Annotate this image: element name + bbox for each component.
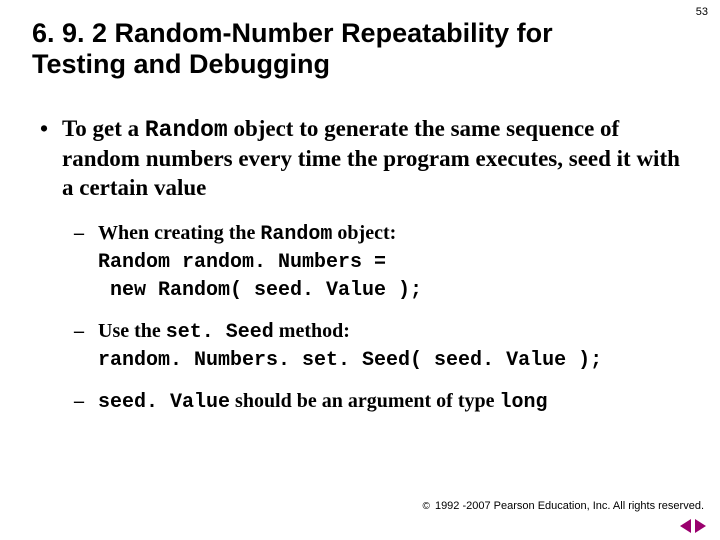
code-line: random. Numbers. set. Seed( seed. Value … (98, 349, 602, 372)
copyright-text: 1992 -2007 Pearson Education, Inc. All r… (432, 500, 704, 512)
sub3-text-mid: should be an argument of type (230, 390, 499, 412)
dash-marker: – (74, 388, 84, 414)
copyright-footer: © 1992 -2007 Pearson Education, Inc. All… (423, 500, 704, 512)
sub-bullet-3: – seed. Value should be an argument of t… (74, 388, 680, 416)
bullet-marker: • (40, 115, 48, 144)
sub2-text-pre: Use the (98, 320, 166, 342)
prev-arrow-icon[interactable] (680, 519, 691, 533)
slide-body: • To get a Random object to generate the… (40, 115, 680, 430)
code-line: new Random( seed. Value ); (98, 279, 422, 302)
slide-title: 6. 9. 2 Random-Number Repeatability for … (32, 18, 592, 80)
dash-marker: – (74, 318, 84, 344)
slide: 53 6. 9. 2 Random-Number Repeatability f… (0, 0, 720, 540)
sub-bullet-1: – When creating the Random object: Rando… (74, 220, 680, 304)
copyright-symbol: © (423, 501, 430, 512)
next-arrow-icon[interactable] (695, 519, 706, 533)
inline-code-setseed: set. Seed (166, 321, 274, 344)
code-line: Random random. Numbers = (98, 251, 386, 274)
dash-marker: – (74, 220, 84, 246)
sub1-text-pre: When creating the (98, 222, 260, 244)
inline-code-seedvalue: seed. Value (98, 391, 230, 414)
inline-code-long: long (500, 391, 548, 414)
bullet-main: • To get a Random object to generate the… (40, 115, 680, 202)
sub2-text-post: method: (274, 320, 350, 342)
inline-code-random: Random (145, 117, 228, 143)
sub-bullet-2: – Use the set. Seed method: random. Numb… (74, 318, 680, 374)
sub1-text-post: object: (332, 222, 396, 244)
page-number: 53 (696, 6, 708, 18)
inline-code-random: Random (260, 223, 332, 246)
bullet-text-pre: To get a (62, 116, 145, 141)
nav-arrows (680, 518, 706, 534)
